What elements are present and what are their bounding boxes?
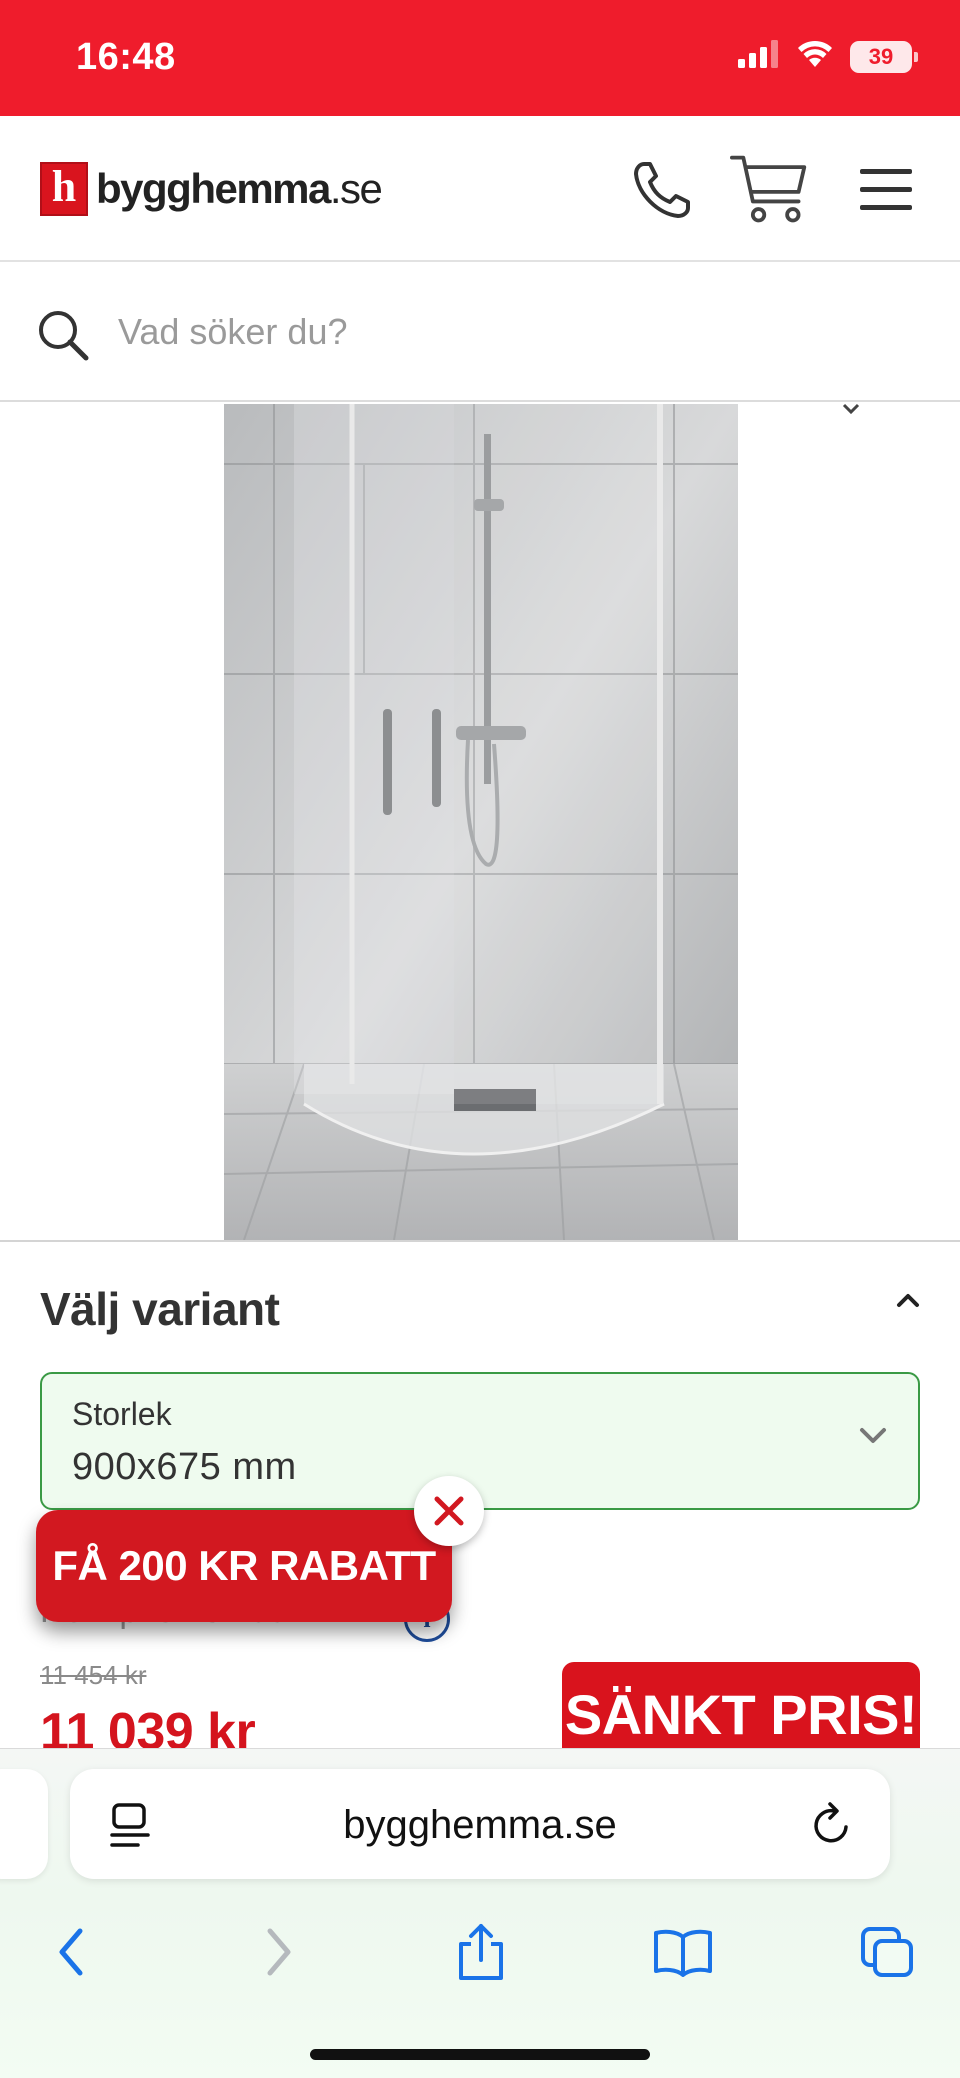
back-icon[interactable] [26,1907,116,1997]
size-select-value: 900x675 mm [72,1446,297,1488]
size-select-label: Storlek [72,1396,172,1432]
tabs-icon[interactable] [842,1907,932,1997]
product-image-area [0,402,960,1240]
browser-toolbar: bygghemma.se [0,1748,960,2078]
size-select[interactable]: Storlek 900x675 mm [40,1372,920,1510]
forward-icon[interactable] [234,1907,324,1997]
scroll-chevron-icon [842,402,860,420]
reload-icon[interactable] [810,1801,854,1852]
status-icons: 39 [738,40,918,73]
chevron-up-icon[interactable] [896,1292,920,1313]
home-indicator [310,2049,650,2060]
site-header: h bygghemma.se [0,116,960,262]
status-time: 16:48 [76,36,176,78]
cart-icon[interactable] [730,150,810,230]
battery-level: 39 [868,43,894,69]
old-price: 11 454 kr [40,1660,147,1690]
battery-icon: 39 [850,40,918,73]
logo-text-suffix: .se [329,165,383,212]
wifi-icon [796,40,834,73]
variant-title: Välj variant [40,1283,280,1335]
logo-mark: h [40,162,88,216]
product-image[interactable] [224,404,738,1240]
browser-nav-row [0,1907,960,1997]
close-icon[interactable] [414,1476,484,1546]
phone-icon[interactable] [622,150,702,230]
site-logo[interactable]: h bygghemma.se [40,162,383,216]
previous-tab-preview[interactable] [0,1769,48,1879]
chevron-down-icon [858,1426,888,1451]
share-icon[interactable] [436,1907,526,1997]
address-bar[interactable]: bygghemma.se [70,1769,890,1879]
search-input[interactable] [118,302,898,362]
status-bar: 16:48 39 [0,0,960,116]
url-text: bygghemma.se [343,1803,617,1847]
logo-text: bygghemma.se [96,165,383,213]
search-bar [0,262,960,402]
signal-icon [738,40,780,73]
menu-icon[interactable] [846,150,926,230]
promo-discount-button[interactable]: FÅ 200 KR RABATT [36,1510,452,1622]
logo-text-main: bygghemma [96,165,331,212]
bookmarks-icon[interactable] [638,1907,728,1997]
search-icon [36,308,92,367]
